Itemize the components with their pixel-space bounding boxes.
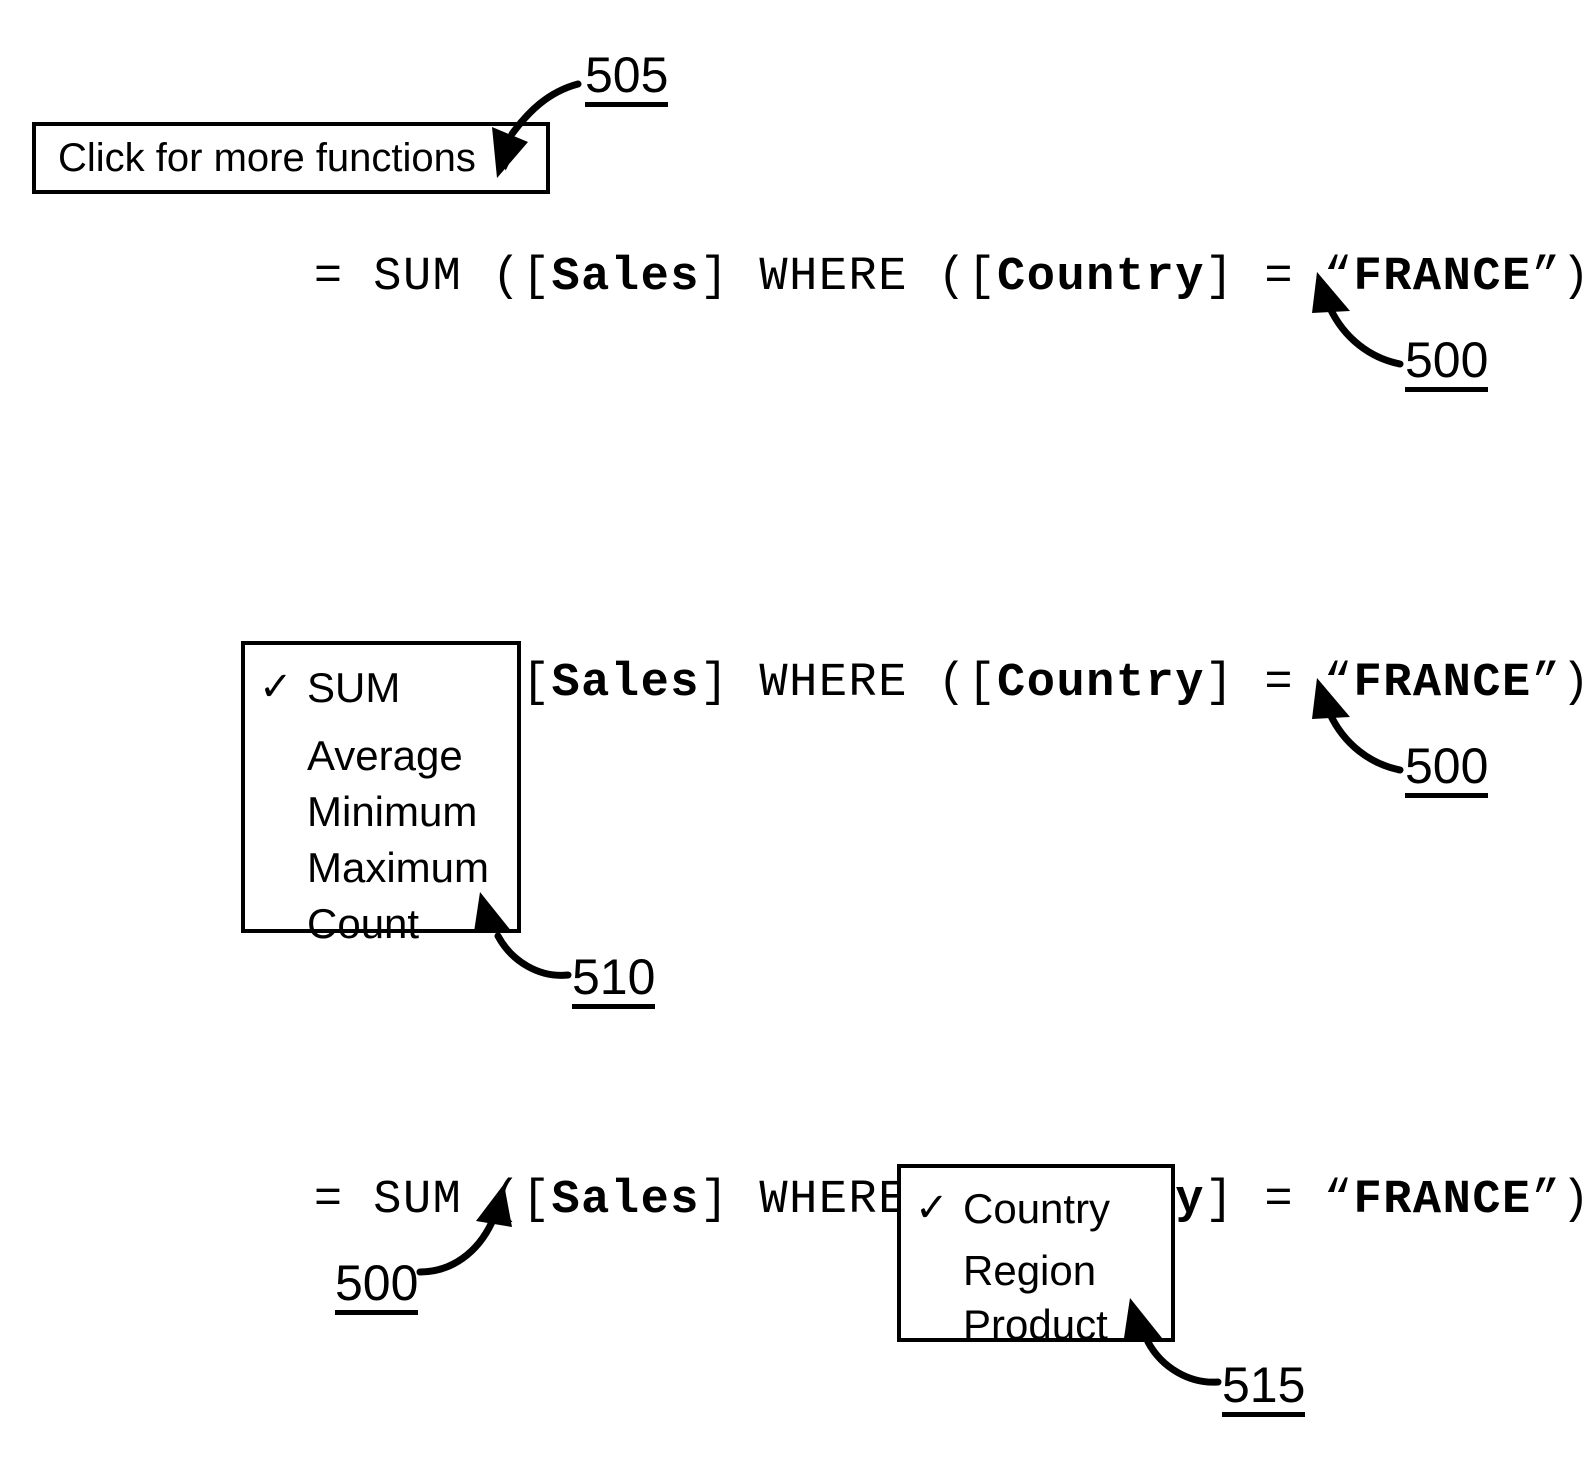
menu-item-label: Count (307, 900, 420, 947)
check-icon: ✓ (259, 665, 293, 710)
formula-value-france[interactable]: FRANCE (1354, 251, 1532, 304)
reference-numeral-505: 505 (585, 50, 669, 107)
formula-segment: ] = “ (1204, 251, 1354, 304)
formula-value-france[interactable]: FRANCE (1354, 1174, 1532, 1227)
menu-item-count[interactable]: Count (245, 903, 517, 945)
menu-item-label: SUM (307, 664, 401, 711)
menu-item-minimum[interactable]: Minimum (245, 791, 517, 833)
formula-segment: ] = “ (1204, 1174, 1354, 1227)
menu-item-sum[interactable]: ✓ SUM (245, 667, 517, 709)
menu-item-label: Average (307, 732, 463, 779)
menu-item-label: Region (963, 1247, 1097, 1294)
check-icon: ✓ (915, 1186, 949, 1231)
formula-segment: ”)) (1531, 251, 1595, 304)
menu-item-region[interactable]: Region (901, 1250, 1171, 1292)
more-functions-tooltip-label: Click for more functions (58, 136, 476, 180)
menu-item-product[interactable]: Product (901, 1304, 1171, 1346)
formula-field-sales[interactable]: Sales (551, 657, 700, 710)
chevron-down-icon[interactable]: ▼ (488, 140, 524, 176)
figure-canvas: Click for more functions ▼ = SUM ([Sales… (0, 0, 1595, 1463)
formula-segment: ”)) (1531, 657, 1595, 710)
menu-item-label: Country (963, 1185, 1111, 1232)
menu-item-average[interactable]: Average (245, 735, 517, 777)
formula-segment: ”)) (1531, 1174, 1595, 1227)
reference-numeral-500-top: 500 (1405, 335, 1489, 392)
formula-field-sales[interactable]: Sales (551, 1174, 700, 1227)
menu-item-maximum[interactable]: Maximum (245, 847, 517, 889)
formula-segment: = SUM ([ (313, 251, 552, 304)
formula-segment: ] WHERE ([ (700, 251, 998, 304)
field-menu[interactable]: ✓ Country Region Product (897, 1164, 1175, 1346)
reference-numeral-510: 510 (572, 952, 656, 1009)
formula-field-sales[interactable]: Sales (551, 251, 700, 304)
formula-segment: ] WHERE ([ (700, 657, 998, 710)
menu-item-label: Minimum (307, 788, 478, 835)
function-menu[interactable]: ✓ SUM Average Minimum Maximum Count (241, 641, 521, 945)
menu-item-country[interactable]: ✓ Country (901, 1188, 1171, 1230)
reference-numeral-515: 515 (1222, 1360, 1306, 1417)
menu-item-label: Maximum (307, 844, 490, 891)
more-functions-tooltip[interactable]: Click for more functions ▼ (32, 122, 550, 194)
formula-segment: = SUM ([ (313, 1174, 552, 1227)
menu-item-label: Product (963, 1301, 1108, 1348)
formula-segment: ] = “ (1204, 657, 1354, 710)
formula-bar-bottom[interactable]: = SUM ([Sales] WHERE ([Country] = “FRANC… (195, 1130, 1595, 1271)
formula-field-country[interactable]: Country (997, 251, 1205, 304)
formula-field-country[interactable]: Country (997, 657, 1205, 710)
formula-bar-top[interactable]: = SUM ([Sales] WHERE ([Country] = “FRANC… (195, 207, 1595, 348)
formula-value-france[interactable]: FRANCE (1354, 657, 1532, 710)
